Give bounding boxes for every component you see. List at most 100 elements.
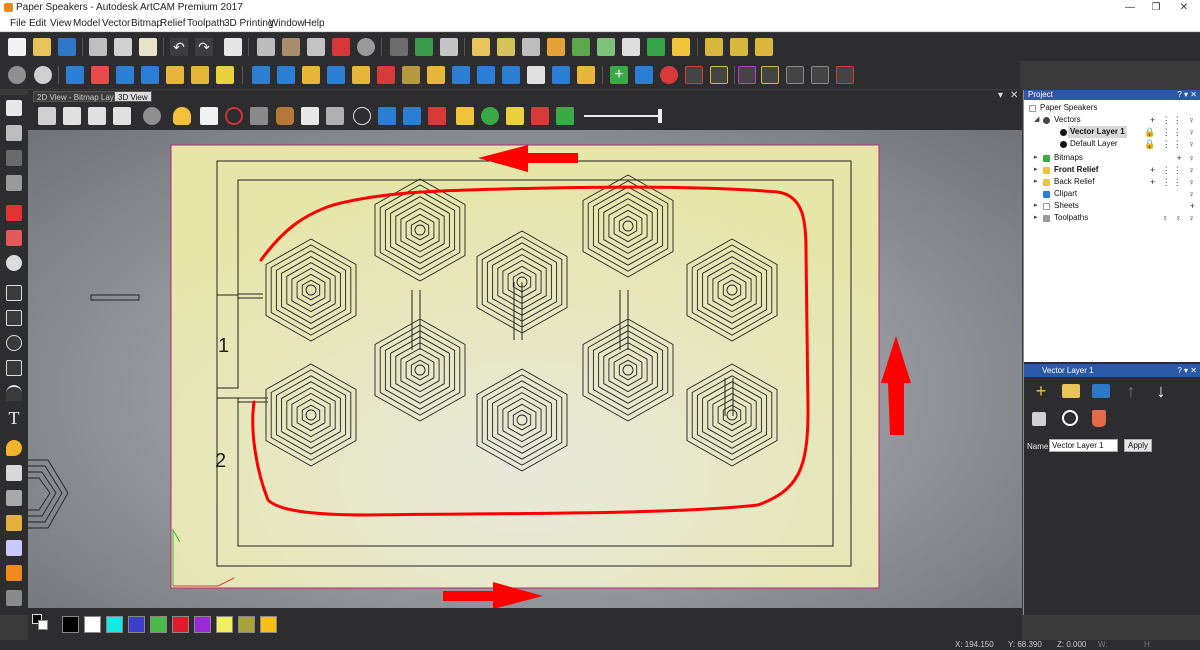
background-color-swatch[interactable] (38, 620, 48, 630)
cube-view-1-icon[interactable] (38, 107, 56, 125)
merge-icon[interactable] (647, 38, 665, 56)
view-mode-2-icon[interactable] (301, 107, 319, 125)
puzzle-icon[interactable] (250, 107, 268, 125)
zoom-view-icon[interactable] (143, 107, 161, 125)
relief-op-1-icon[interactable] (252, 66, 270, 84)
star-relief-icon[interactable] (216, 66, 234, 84)
transparency-slider-track[interactable] (584, 115, 662, 117)
palette-color-8[interactable] (216, 616, 233, 633)
relief-op-22-icon[interactable] (811, 66, 829, 84)
relief-op-7-icon[interactable] (402, 66, 420, 84)
palette-color-5[interactable] (150, 616, 167, 633)
tree-item-vectors[interactable]: ◢ Vectors + ⋮⋮ ♀ (1024, 114, 1200, 126)
menu-view[interactable]: View (50, 18, 72, 29)
sheet-view-icon[interactable] (456, 107, 474, 125)
grid-tool-icon[interactable] (6, 175, 22, 191)
palette-color-2[interactable] (84, 616, 101, 633)
relief-view-icon[interactable] (403, 107, 421, 125)
transform-icon[interactable] (522, 38, 540, 56)
zoom-icon[interactable] (8, 66, 26, 84)
layer-stack-icon[interactable] (672, 38, 690, 56)
relief-op-3-icon[interactable] (302, 66, 320, 84)
relief-op-20-icon[interactable] (761, 66, 779, 84)
fill-icon[interactable] (6, 565, 22, 581)
toolpaths-actions[interactable]: ♀ ♀ ♀ (1162, 212, 1197, 224)
menu-model[interactable]: Model (73, 18, 100, 29)
relief-op-6-icon[interactable] (377, 66, 395, 84)
expand-arrow-icon[interactable]: ▸ (1034, 212, 1038, 224)
tree-item-clipart[interactable]: Clipart ♀ (1024, 188, 1200, 200)
view-mode-1-icon[interactable] (200, 107, 218, 125)
relief-op-11-icon[interactable] (502, 66, 520, 84)
new-file-icon[interactable] (8, 38, 26, 56)
smudge-icon[interactable] (6, 590, 22, 606)
apply-button[interactable]: Apply (1124, 439, 1152, 452)
design-canvas[interactable]: 1 2 (28, 130, 1022, 608)
close-window-button[interactable]: ✕ (1170, 0, 1198, 16)
sheets-actions[interactable]: + (1190, 200, 1197, 212)
tree-item-front-relief[interactable]: ▸ Front Relief + ⋮⋮ ♀ (1024, 164, 1200, 176)
palette-color-1[interactable] (62, 616, 79, 633)
menu-relief[interactable]: Relief (160, 18, 186, 29)
menu-help[interactable]: Help (304, 18, 325, 29)
relief-op-16-icon[interactable] (660, 66, 678, 84)
relief-op-9-icon[interactable] (452, 66, 470, 84)
relief-op-10-icon[interactable] (477, 66, 495, 84)
layer-actions[interactable]: 🔒 ⋮⋮ ♀ (1144, 138, 1197, 150)
rectangle-icon[interactable] (6, 310, 22, 326)
relief-op-23-icon[interactable] (836, 66, 854, 84)
sheet-icon[interactable] (622, 38, 640, 56)
bezier-icon[interactable] (755, 38, 773, 56)
node-select-icon[interactable] (6, 125, 22, 141)
relief-op-19-icon[interactable] (738, 66, 756, 84)
vector-view-icon[interactable] (353, 107, 371, 125)
view-close-icon[interactable]: ✕ (1010, 90, 1018, 101)
add-layer-icon[interactable]: + (1032, 382, 1050, 400)
restore-button[interactable]: ❐ (1142, 0, 1170, 16)
drop-icon[interactable] (6, 440, 22, 456)
text-tool-icon[interactable]: T (6, 409, 22, 427)
relief-wizard-icon[interactable] (547, 38, 565, 56)
pencil-icon[interactable] (6, 205, 22, 221)
redo-icon[interactable]: ↷ (195, 38, 213, 56)
layers-icon[interactable] (282, 38, 300, 56)
menu-bitmap[interactable]: Bitmap (131, 18, 162, 29)
polygon-icon[interactable] (6, 360, 22, 376)
grid-icon[interactable] (307, 38, 325, 56)
relief-op-2-icon[interactable] (277, 66, 295, 84)
back-relief-view-icon[interactable] (428, 107, 446, 125)
polyline-icon[interactable] (6, 285, 22, 301)
axes-icon[interactable] (225, 107, 243, 125)
open-layer-icon[interactable] (1062, 384, 1080, 398)
import-icon[interactable] (440, 38, 458, 56)
relief-op-15-icon[interactable] (635, 66, 653, 84)
vectors-actions[interactable]: + ⋮⋮ ♀ (1150, 114, 1197, 126)
document-icon[interactable] (224, 38, 242, 56)
relief-op-12-icon[interactable] (527, 66, 545, 84)
expand-arrow-icon[interactable]: ▸ (1034, 176, 1038, 188)
paste-icon[interactable] (139, 38, 157, 56)
back-relief-actions[interactable]: + ⋮⋮ ♀ (1150, 176, 1197, 188)
texture-icon[interactable] (166, 66, 184, 84)
view-pin-icon[interactable]: ▾ (998, 90, 1003, 101)
front-relief-actions[interactable]: + ⋮⋮ ♀ (1150, 164, 1197, 176)
tree-item-back-relief[interactable]: ▸ Back Relief + ⋮⋮ ♀ (1024, 176, 1200, 188)
clipart-view-icon[interactable] (506, 107, 524, 125)
move-layer-down-icon[interactable]: ↓ (1152, 382, 1170, 400)
relief-blue-3-icon[interactable] (141, 66, 159, 84)
cube-view-4-icon[interactable] (113, 107, 131, 125)
circle-icon[interactable] (6, 335, 22, 351)
star-view-icon[interactable] (378, 107, 396, 125)
pen-icon[interactable] (6, 490, 22, 506)
flag-icon[interactable] (332, 38, 350, 56)
color-view-2-icon[interactable] (556, 107, 574, 125)
tab-3d-view[interactable]: 3D View (114, 91, 152, 102)
relief-op-5-icon[interactable] (352, 66, 370, 84)
brush-icon[interactable] (6, 465, 22, 481)
transparency-slider-thumb[interactable] (658, 109, 662, 123)
palette-color-10[interactable] (260, 616, 277, 633)
delete-layer-icon[interactable] (1092, 410, 1106, 427)
expand-arrow-icon[interactable]: ▸ (1034, 164, 1038, 176)
eraser-blue-icon[interactable] (6, 540, 22, 556)
layer-actions[interactable]: 🔒 ⋮⋮ ♀ (1144, 126, 1197, 138)
